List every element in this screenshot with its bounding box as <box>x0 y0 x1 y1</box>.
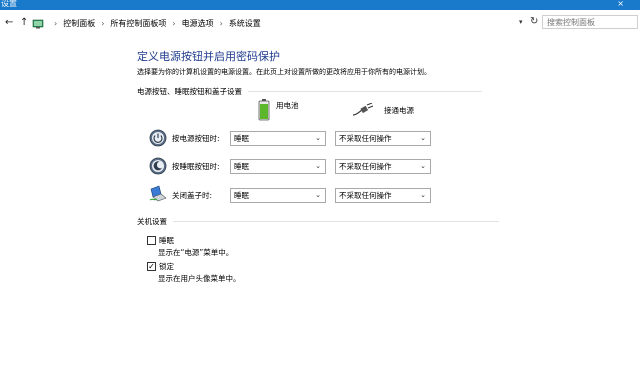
battery-icon <box>258 99 270 121</box>
power-button-icon <box>149 129 167 147</box>
chevron-down-icon: ⌄ <box>420 191 426 199</box>
divider <box>248 91 482 92</box>
sleep-button-plugged-select[interactable]: 不采取任何操作 ⌄ <box>335 159 431 174</box>
power-section-heading: 电源按钮、睡眠按钮和盖子设置 <box>137 86 482 97</box>
lock-option-label[interactable]: 锁定 <box>159 261 174 272</box>
chevron-down-icon: ⌄ <box>315 162 321 170</box>
sleep-button-battery-select[interactable]: 睡眠 ⌄ <box>230 159 326 174</box>
search-box[interactable] <box>542 15 638 29</box>
control-panel-icon <box>32 19 44 28</box>
sleep-checkbox[interactable] <box>147 236 156 245</box>
title-bar: 设置 × <box>0 0 640 10</box>
sleep-button-label: 按睡眠按钮时: <box>172 162 220 171</box>
close-button[interactable]: × <box>617 0 624 9</box>
chevron-down-icon: ⌄ <box>315 191 321 199</box>
laptop-lid-icon <box>149 185 167 202</box>
power-button-label: 按电源按钮时: <box>172 134 220 143</box>
battery-column-header: 用电池 <box>258 99 299 121</box>
plugged-column-label: 接通电源 <box>384 105 414 115</box>
sleep-option-description: 显示在“电源”菜单中。 <box>158 248 234 257</box>
chevron-down-icon[interactable]: ▾ <box>519 18 523 26</box>
refresh-button[interactable]: ↻ <box>530 16 538 27</box>
breadcrumb-item-system-settings[interactable]: 系统设置 <box>229 18 261 29</box>
lock-option[interactable]: ✓ 锁定 <box>147 261 174 272</box>
breadcrumb-item-all-items[interactable]: 所有控制面板项 <box>110 18 166 29</box>
selected-value: 睡眠 <box>234 191 249 200</box>
breadcrumb-item-control-panel[interactable]: 控制面板 <box>63 18 95 29</box>
battery-column-label: 用电池 <box>276 100 299 110</box>
selected-value: 不采取任何操作 <box>339 162 392 171</box>
search-input[interactable] <box>543 16 637 28</box>
page-title: 定义电源按钮并启用密码保护 <box>137 50 280 63</box>
lid-plugged-select[interactable]: 不采取任何操作 ⌄ <box>335 188 431 203</box>
selected-value: 睡眠 <box>234 134 249 143</box>
sleep-option[interactable]: 睡眠 <box>147 235 174 246</box>
breadcrumb-separator: › <box>172 19 176 28</box>
up-button[interactable]: ↑ <box>20 17 28 29</box>
power-button-plugged-select[interactable]: 不采取任何操作 ⌄ <box>335 131 431 146</box>
sleep-button-icon <box>149 157 167 175</box>
shutdown-section-title: 关机设置 <box>137 217 167 226</box>
lock-checkbox[interactable]: ✓ <box>147 262 156 271</box>
window-title: 设置 <box>1 0 17 8</box>
plugged-column-header: 接通电源 <box>352 103 414 117</box>
lock-option-description: 显示在用户头像菜单中。 <box>158 274 241 283</box>
selected-value: 不采取任何操作 <box>339 134 392 143</box>
power-plug-icon <box>352 103 374 116</box>
page-description: 选择要为你的计算机设置的电源设置。在此页上对设置所做的更改将应用于你所有的电源计… <box>137 68 431 76</box>
lid-close-label: 关闭盖子时: <box>172 191 213 200</box>
chevron-down-icon: ⌄ <box>420 134 426 142</box>
divider <box>173 221 499 222</box>
selected-value: 睡眠 <box>234 162 249 171</box>
chevron-down-icon: ⌄ <box>315 134 321 142</box>
chevron-down-icon: ⌄ <box>420 162 426 170</box>
back-button[interactable]: ← <box>5 17 13 29</box>
breadcrumb: › 控制面板 › 所有控制面板项 › 电源选项 › 系统设置 <box>32 16 529 31</box>
breadcrumb-separator: › <box>54 19 58 28</box>
breadcrumb-separator: › <box>219 19 223 28</box>
selected-value: 不采取任何操作 <box>339 191 392 200</box>
lid-battery-select[interactable]: 睡眠 ⌄ <box>230 188 326 203</box>
power-section-title: 电源按钮、睡眠按钮和盖子设置 <box>137 87 242 96</box>
breadcrumb-item-power-options[interactable]: 电源选项 <box>182 18 214 29</box>
shutdown-section-heading: 关机设置 <box>137 216 499 227</box>
breadcrumb-separator: › <box>101 19 105 28</box>
power-button-battery-select[interactable]: 睡眠 ⌄ <box>230 131 326 146</box>
sleep-option-label[interactable]: 睡眠 <box>159 235 174 246</box>
